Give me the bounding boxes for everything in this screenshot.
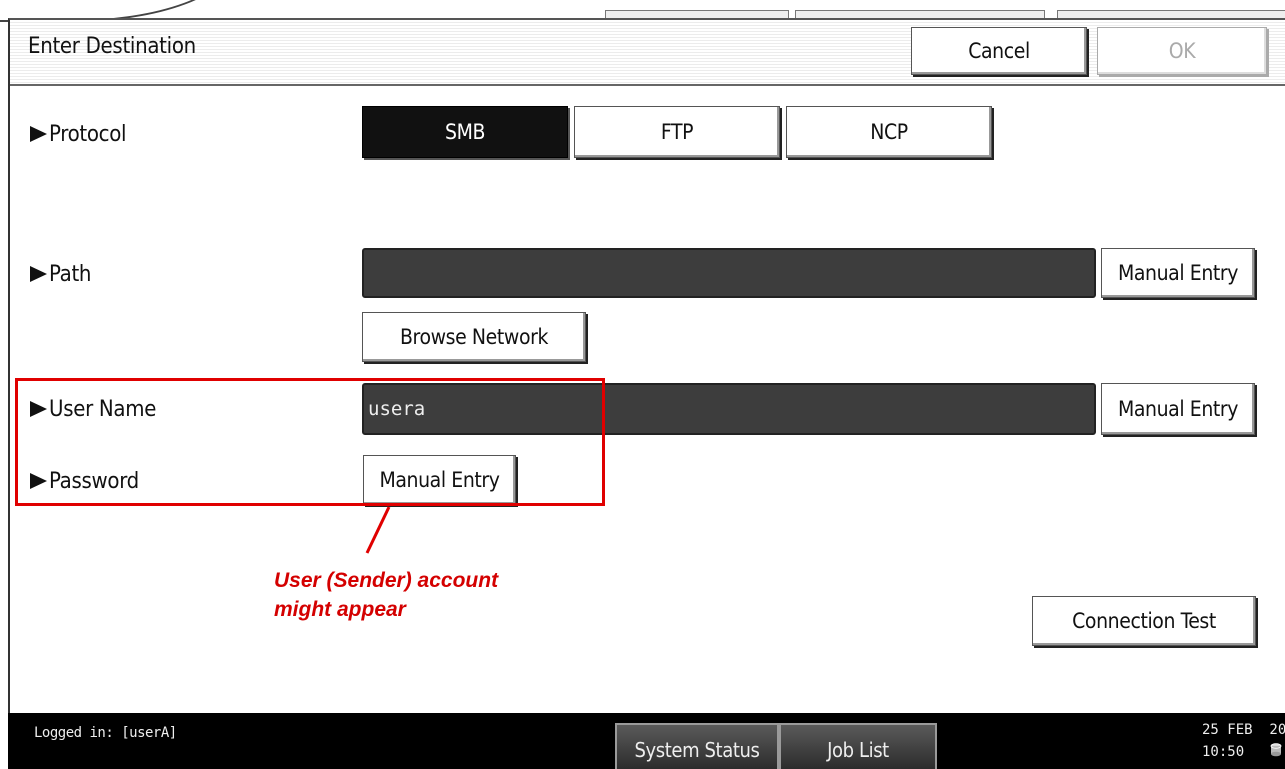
time-text: 10:50 [1202, 744, 1245, 760]
logged-in-status: Logged in: [userA] [34, 725, 177, 741]
callout-line [365, 506, 391, 554]
annotation-line-1: User (Sender) account [274, 569, 499, 592]
date-text: 25 FEB 2008 [1202, 722, 1285, 738]
job-list-button[interactable]: Job List [779, 723, 937, 769]
screen: Enter Destination Cancel OK Protocol SMB… [0, 0, 1285, 769]
system-status-button[interactable]: System Status [615, 723, 779, 769]
storage-icon [1270, 743, 1282, 757]
annotation-line-2: might appear [274, 598, 406, 621]
status-footer: Logged in: [userA] System Status Job Lis… [8, 713, 1285, 769]
callout-pointer [365, 506, 391, 554]
annotation-callout: User (Sender) account might appear [274, 566, 498, 624]
connection-test-button[interactable]: Connection Test [1032, 596, 1256, 646]
